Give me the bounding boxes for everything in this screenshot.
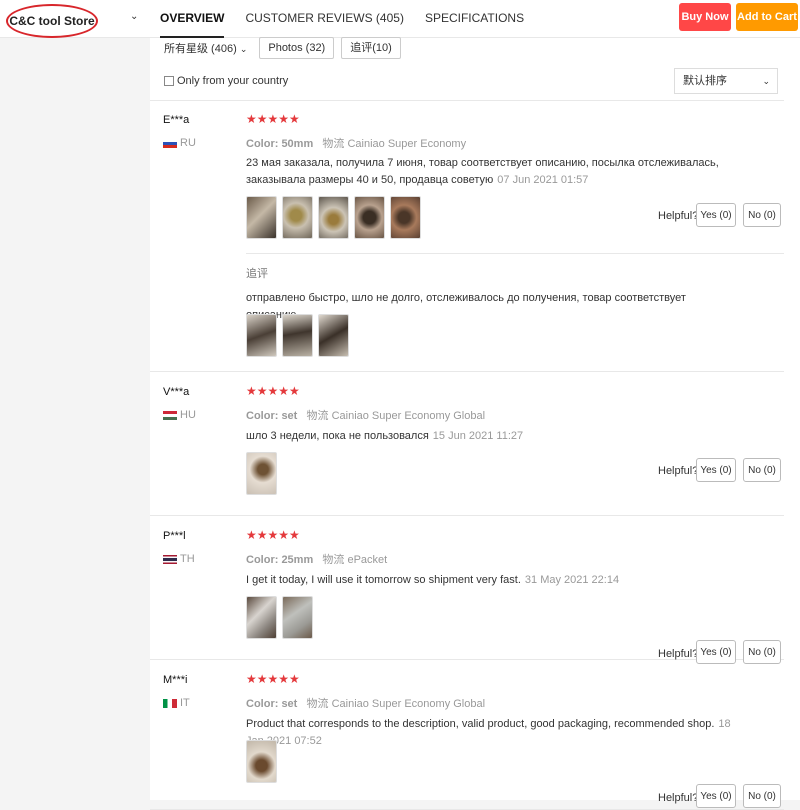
helpful-label: Helpful? [658, 465, 699, 477]
rating-stars: ★★★★★ [246, 528, 300, 542]
review-photos [246, 740, 282, 783]
logistics-method: 物流 Cainiao Super Economy [322, 138, 467, 150]
flag-ru-icon [163, 138, 177, 148]
tab-overview[interactable]: OVERVIEW [160, 0, 225, 38]
review-body: Product that corresponds to the descript… [246, 718, 715, 730]
rating-filter-label: 所有星级 (406) [164, 43, 237, 55]
flag-hu-icon [163, 410, 177, 420]
helpful-no-button[interactable]: No (0) [743, 458, 781, 482]
chevron-down-icon: ⌄ [239, 44, 248, 54]
helpful-label: Helpful? [658, 792, 699, 804]
review-item: M***i IT ★★★★★ Color: set 物流 Cainiao Sup… [150, 660, 784, 810]
product-color: Color: 25mm [246, 554, 314, 566]
review-meta: Color: set 物流 Cainiao Super Economy Glob… [246, 407, 485, 423]
photos-filter-button[interactable]: Photos (32) [259, 37, 335, 59]
rating-stars: ★★★★★ [246, 384, 300, 398]
review-text: Product that corresponds to the descript… [246, 716, 731, 750]
rating-filter[interactable]: 所有星级 (406) ⌄ [164, 40, 247, 56]
helpful-yes-button[interactable]: Yes (0) [696, 458, 736, 482]
rating-stars: ★★★★★ [246, 112, 300, 126]
review-photos [246, 196, 426, 239]
append-review-title: 追评 [246, 268, 268, 280]
reviewer-name: P***l [163, 530, 186, 542]
add-to-cart-button[interactable]: Add to Cart [736, 3, 798, 31]
tab-nav: OVERVIEW CUSTOMER REVIEWS (405) SPECIFIC… [160, 0, 545, 38]
review-filters: 所有星级 (406) ⌄ Photos (32) 追评(10) [164, 37, 408, 59]
review-body: 23 мая заказала, получила 7 июня, товар … [246, 157, 719, 186]
reviewer-name: V***a [163, 386, 190, 398]
reviewer-name: E***a [163, 114, 190, 126]
review-photos [246, 596, 318, 639]
helpful-no-button[interactable]: No (0) [743, 203, 781, 227]
helpful-label: Helpful? [658, 210, 699, 222]
review-photo[interactable] [354, 196, 385, 239]
review-photo[interactable] [246, 196, 277, 239]
sort-select[interactable]: 默认排序 ⌄ [674, 68, 778, 94]
country-code: HU [180, 409, 196, 421]
logistics-method: 物流 Cainiao Super Economy Global [306, 410, 486, 422]
helpful-label: Helpful? [658, 648, 699, 660]
append-filter-button[interactable]: 追评(10) [341, 37, 401, 59]
chevron-down-icon: ⌄ [762, 76, 770, 86]
helpful-yes-button[interactable]: Yes (0) [696, 784, 736, 808]
country-code: RU [180, 137, 196, 149]
review-body: шло 3 недели, пока не пользовался [246, 430, 429, 442]
buy-now-button[interactable]: Buy Now [679, 3, 731, 31]
review-photo[interactable] [318, 314, 349, 357]
store-name-label: C&C tool Store [9, 14, 95, 28]
review-text: 23 мая заказала, получила 7 июня, товар … [246, 155, 731, 189]
product-color: Color: set [246, 410, 298, 422]
review-text: I get it today, I will use it tomorrow s… [246, 572, 731, 589]
country-filter[interactable]: Only from your country [164, 75, 288, 87]
review-item: V***a HU ★★★★★ Color: set 物流 Cainiao Sup… [150, 372, 784, 516]
helpful-no-button[interactable]: No (0) [743, 784, 781, 808]
review-photo[interactable] [246, 314, 277, 357]
chevron-down-icon[interactable]: ⌄ [130, 11, 138, 22]
reviewer-country: IT [163, 697, 190, 709]
review-item: E***a RU ★★★★★ Color: 50mm 物流 Cainiao Su… [150, 100, 784, 372]
logistics-method: 物流 Cainiao Super Economy Global [306, 698, 486, 710]
country-checkbox[interactable] [164, 76, 174, 86]
country-code: IT [180, 697, 190, 709]
sort-select-value: 默认排序 [683, 75, 727, 87]
review-body: I get it today, I will use it tomorrow s… [246, 574, 521, 586]
reviewer-country: TH [163, 553, 195, 565]
top-bar: C&C tool Store ⌄ OVERVIEW CUSTOMER REVIE… [0, 0, 800, 38]
review-photo[interactable] [282, 196, 313, 239]
review-text: шло 3 недели, пока не пользовался 15 Jun … [246, 428, 731, 445]
country-filter-label: Only from your country [177, 75, 289, 87]
review-photo[interactable] [246, 452, 277, 495]
review-photos [246, 452, 282, 495]
helpful-yes-button[interactable]: Yes (0) [696, 203, 736, 227]
append-review-photos [246, 314, 354, 357]
product-color: Color: 50mm [246, 138, 314, 150]
review-photo[interactable] [318, 196, 349, 239]
review-photo[interactable] [246, 596, 277, 639]
rating-stars: ★★★★★ [246, 672, 300, 686]
review-meta: Color: 25mm 物流 ePacket [246, 551, 387, 567]
product-color: Color: set [246, 698, 298, 710]
divider [246, 253, 784, 254]
reviews-panel: 所有星级 (406) ⌄ Photos (32) 追评(10) Only fro… [150, 37, 800, 810]
review-meta: Color: 50mm 物流 Cainiao Super Economy [246, 135, 466, 151]
review-photo[interactable] [390, 196, 421, 239]
review-date: 15 Jun 2021 11:27 [432, 430, 524, 442]
review-date: 07 Jun 2021 01:57 [497, 174, 589, 186]
review-date: 31 May 2021 22:14 [524, 574, 620, 586]
review-photo[interactable] [282, 314, 313, 357]
flag-th-icon [163, 554, 177, 564]
country-code: TH [180, 553, 195, 565]
reviewer-country: HU [163, 409, 196, 421]
logistics-method: 物流 ePacket [322, 554, 388, 566]
reviewer-name: M***i [163, 674, 188, 686]
tab-customer-reviews[interactable]: CUSTOMER REVIEWS (405) [245, 0, 403, 38]
review-item: P***l TH ★★★★★ Color: 25mm 物流 ePacket I … [150, 516, 784, 664]
reviewer-country: RU [163, 137, 196, 149]
store-name[interactable]: C&C tool Store [6, 4, 98, 38]
review-photo[interactable] [282, 596, 313, 639]
review-meta: Color: set 物流 Cainiao Super Economy Glob… [246, 695, 485, 711]
review-photo[interactable] [246, 740, 277, 783]
flag-it-icon [163, 698, 177, 708]
tab-specifications[interactable]: SPECIFICATIONS [425, 0, 524, 38]
